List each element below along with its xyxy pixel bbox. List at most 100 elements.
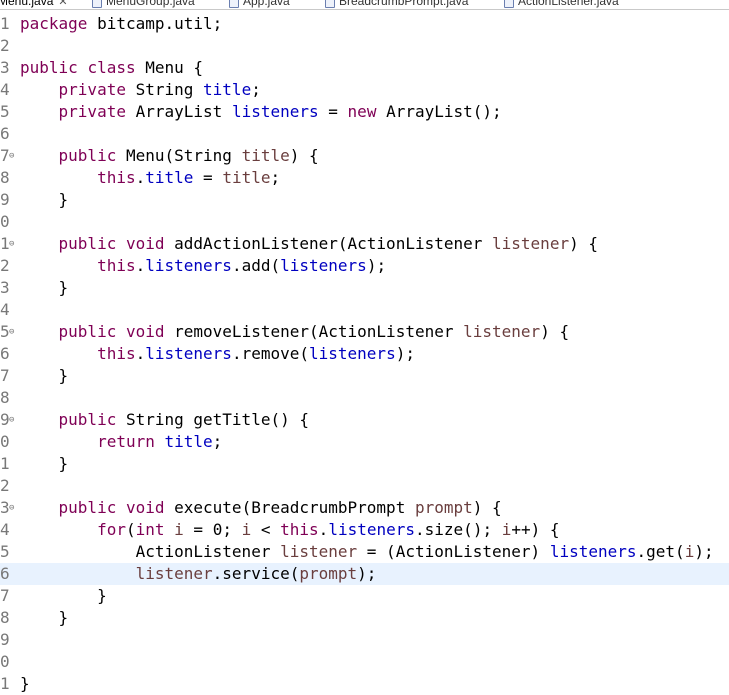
line-number: 1 — [0, 14, 10, 33]
code-editor[interactable]: 1 package bitcamp.util; 2 3 public class Men… — [0, 13, 729, 693]
code-token: i — [174, 520, 184, 539]
code-token: title — [241, 146, 290, 165]
code-token: . — [135, 344, 146, 363]
code-line[interactable]: 4 — [0, 299, 729, 321]
code-line[interactable]: 9 } — [0, 189, 729, 211]
code-token: ++) { — [511, 520, 560, 539]
code-line[interactable]: 0 — [0, 211, 729, 233]
code-line[interactable]: 4 for(int i = 0; i < this.listeners.size… — [0, 519, 729, 541]
code-token: ); — [357, 564, 377, 583]
code-line[interactable]: 9 — [0, 629, 729, 651]
fold-collapse-icon[interactable]: ⊖ — [9, 416, 16, 425]
code-line[interactable]: 1} — [0, 673, 729, 695]
code-token: i — [684, 542, 695, 561]
code-line[interactable]: 2 — [0, 475, 729, 497]
code-line[interactable]: 5 private ArrayList listeners = new Arra… — [0, 101, 729, 123]
code-line[interactable]: 3 ⊖ public void execute(BreadcrumbPrompt … — [0, 497, 729, 519]
code-token: = 0; — [183, 520, 242, 539]
editor-tab-bar: Menu.java ✕ MenuGroup.java App.java Bread… — [0, 0, 729, 10]
tab-breadcrumbprompt-java[interactable]: BreadcrumbPrompt.java — [325, 0, 468, 9]
code-line[interactable]: 5 ⊖ public void removeListener(ActionList… — [0, 321, 729, 343]
code-line[interactable]: 2 this.listeners.add(listeners); — [0, 255, 729, 277]
code-line[interactable]: 0 — [0, 651, 729, 673]
code-token: String — [125, 80, 204, 99]
code-line[interactable]: 6 — [0, 123, 729, 145]
code-line[interactable]: 6 this.listeners.remove(listeners); — [0, 343, 729, 365]
code-token: .add( — [231, 256, 281, 275]
line-number: 2 — [0, 476, 10, 495]
code-text: } — [20, 585, 107, 607]
line-number: 7 — [0, 366, 10, 385]
code-text: public void removeListener(ActionListene… — [20, 321, 570, 343]
fold-collapse-icon[interactable]: ⊖ — [9, 240, 16, 249]
code-line[interactable]: 5 ActionListener listener = (ActionListe… — [0, 541, 729, 563]
code-line[interactable]: 8 } — [0, 607, 729, 629]
code-token: title — [164, 432, 213, 451]
code-line[interactable]: 1 package bitcamp.util; — [0, 13, 729, 35]
code-line[interactable]: 7 } — [0, 365, 729, 387]
fold-collapse-icon[interactable]: ⊖ — [9, 504, 16, 513]
code-token: public — [58, 146, 117, 165]
code-token: ; — [270, 168, 281, 187]
code-text: public void execute(BreadcrumbPrompt pro… — [20, 497, 502, 519]
code-token: void — [125, 234, 165, 253]
code-token: . — [135, 168, 146, 187]
code-line[interactable]: 1 } — [0, 453, 729, 475]
tab-app-java[interactable]: App.java — [229, 0, 290, 9]
tab-label: Menu.java — [0, 0, 54, 8]
code-token: .service( — [212, 564, 300, 583]
tab-actionlistener-java[interactable]: ActionListener.java — [504, 0, 619, 9]
line-number: 2 — [0, 256, 10, 275]
line-number: 1 — [0, 454, 10, 473]
code-token: } — [20, 366, 69, 385]
code-line[interactable]: 9 ⊖ public String getTitle() { — [0, 409, 729, 431]
code-text: package bitcamp.util; — [20, 13, 222, 35]
code-token: ArrayList — [125, 102, 232, 121]
code-token: = — [193, 168, 223, 187]
code-token: new — [347, 102, 377, 121]
code-token: listener — [463, 322, 541, 341]
code-text: for(int i = 0; i < this.listeners.size()… — [20, 519, 560, 541]
code-token: void — [125, 322, 165, 341]
code-token: listener — [280, 542, 358, 561]
code-token: } — [20, 278, 69, 297]
code-line[interactable]: 1 ⊖ public void addActionListener(ActionL… — [0, 233, 729, 255]
code-line[interactable]: 3 } — [0, 277, 729, 299]
line-number: 6 — [0, 344, 10, 363]
code-line[interactable]: 6 listener.service(prompt); — [0, 563, 729, 585]
code-token: .remove( — [231, 344, 309, 363]
code-token: Menu { — [135, 58, 204, 77]
code-token: private — [58, 102, 126, 121]
code-line[interactable]: 7 } — [0, 585, 729, 607]
line-number: 9 — [0, 630, 10, 649]
line-number: 1 — [0, 674, 10, 693]
code-token: public — [58, 234, 117, 253]
close-icon[interactable]: ✕ — [58, 0, 67, 8]
code-token: ); — [366, 256, 387, 275]
code-token: i — [501, 520, 512, 539]
code-line[interactable]: 4 private String title; — [0, 79, 729, 101]
code-token: execute(BreadcrumbPrompt — [164, 498, 415, 517]
code-text: } — [20, 365, 69, 387]
code-token: title — [222, 168, 271, 187]
code-token: private — [58, 80, 126, 99]
code-line[interactable]: 2 — [0, 35, 729, 57]
code-line[interactable]: 0 return title; — [0, 431, 729, 453]
code-line[interactable]: 7 ⊖ public Menu(String title) { — [0, 145, 729, 167]
code-line[interactable]: 8 this.title = title; — [0, 167, 729, 189]
fold-collapse-icon[interactable]: ⊖ — [9, 328, 16, 337]
code-line[interactable]: 8 — [0, 387, 729, 409]
tab-menu-java[interactable]: Menu.java ✕ — [0, 0, 68, 9]
fold-collapse-icon[interactable]: ⊖ — [9, 152, 16, 161]
code-token: } — [20, 454, 69, 473]
code-line[interactable]: 3 public class Menu { — [0, 57, 729, 79]
code-token: ; — [251, 80, 261, 99]
tab-menugroup-java[interactable]: MenuGroup.java — [92, 0, 195, 9]
code-token: .get( — [636, 542, 685, 561]
